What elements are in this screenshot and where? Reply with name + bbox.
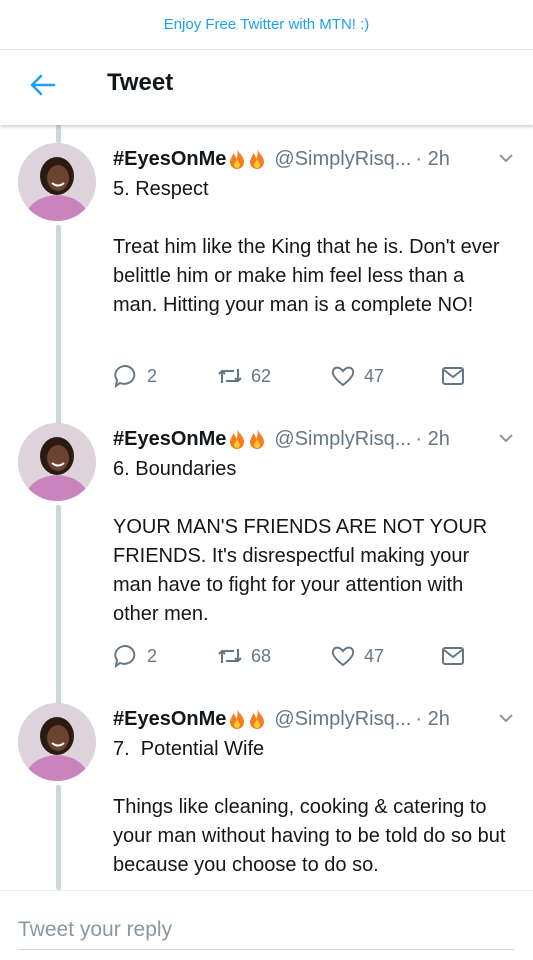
tweet-text: 6. Boundaries YOUR MAN'S FRIENDS ARE NOT… <box>113 458 488 625</box>
fire-emoji-icon <box>250 429 265 449</box>
fire-emoji-icon <box>230 429 245 449</box>
chevron-down-icon[interactable] <box>498 711 514 725</box>
reply-button[interactable]: 2 <box>113 641 157 671</box>
timestamp[interactable]: · 2h <box>415 708 449 731</box>
like-button[interactable]: 47 <box>330 361 384 391</box>
tweet-text: 7. Potential Wife Things like cleaning, … <box>113 738 506 876</box>
fire-emoji-icon <box>250 709 265 729</box>
tweet[interactable]: #EyesOnMe @SimplyRisq... · 2h 5. Respect… <box>0 128 533 408</box>
heart-icon <box>331 646 355 667</box>
tweet-actions: 2 62 47 <box>113 361 473 391</box>
user-handle[interactable]: @SimplyRisq... <box>274 428 411 451</box>
user-handle[interactable]: @SimplyRisq... <box>274 148 411 171</box>
back-button[interactable] <box>28 70 58 100</box>
message-button[interactable] <box>440 361 474 391</box>
chevron-down-icon[interactable] <box>498 151 514 165</box>
reply-bar <box>0 890 533 960</box>
timestamp[interactable]: · 2h <box>415 428 449 451</box>
fire-emoji-icon <box>230 709 245 729</box>
tweet-header: #EyesOnMe @SimplyRisq... · 2h <box>113 704 518 734</box>
reply-input[interactable] <box>18 911 514 950</box>
envelope-icon <box>442 367 464 385</box>
envelope-icon <box>442 647 464 665</box>
reply-button[interactable]: 2 <box>113 361 157 391</box>
retweet-count: 62 <box>251 365 272 386</box>
display-name[interactable]: #EyesOnMe <box>113 428 226 451</box>
tweet-header: #EyesOnMe @SimplyRisq... · 2h <box>113 144 518 174</box>
tweet-text: 5. Respect Treat him like the King that … <box>113 178 500 316</box>
promo-banner: Enjoy Free Twitter with MTN! :) <box>0 0 533 50</box>
tweet[interactable]: #EyesOnMe @SimplyRisq... · 2h 6. Boundar… <box>0 408 533 688</box>
timestamp[interactable]: · 2h <box>415 148 449 171</box>
retweet-count: 68 <box>251 645 272 666</box>
arrow-left-icon <box>30 74 56 96</box>
reply-count: 2 <box>147 365 158 386</box>
reply-icon <box>114 364 136 389</box>
chevron-down-icon[interactable] <box>498 431 514 445</box>
avatar[interactable] <box>18 423 96 501</box>
display-name[interactable]: #EyesOnMe <box>113 708 226 731</box>
like-button[interactable]: 47 <box>330 641 384 671</box>
avatar-image <box>18 423 96 501</box>
like-count: 47 <box>364 365 385 386</box>
page-title: Tweet <box>107 69 174 96</box>
app-header: Tweet <box>0 50 533 125</box>
tweet-actions: 2 68 47 <box>113 641 473 671</box>
retweet-icon <box>218 649 242 663</box>
retweet-button[interactable]: 62 <box>217 361 271 391</box>
retweet-icon <box>218 369 242 383</box>
reply-icon <box>114 644 136 669</box>
avatar[interactable] <box>18 703 96 781</box>
like-count: 47 <box>364 645 385 666</box>
promo-banner-text: Enjoy Free Twitter with MTN! :) <box>163 16 370 33</box>
avatar[interactable] <box>18 143 96 221</box>
fire-emoji-icon <box>230 149 245 169</box>
retweet-button[interactable]: 68 <box>217 641 271 671</box>
tweet-header: #EyesOnMe @SimplyRisq... · 2h <box>113 424 518 454</box>
avatar-image <box>18 143 96 221</box>
avatar-image <box>18 703 96 781</box>
tweet[interactable]: #EyesOnMe @SimplyRisq... · 2h 7. Potenti… <box>0 688 533 890</box>
reply-count: 2 <box>147 645 158 666</box>
heart-icon <box>331 366 355 387</box>
user-handle[interactable]: @SimplyRisq... <box>274 708 411 731</box>
message-button[interactable] <box>440 641 474 671</box>
display-name[interactable]: #EyesOnMe <box>113 148 226 171</box>
fire-emoji-icon <box>250 149 265 169</box>
